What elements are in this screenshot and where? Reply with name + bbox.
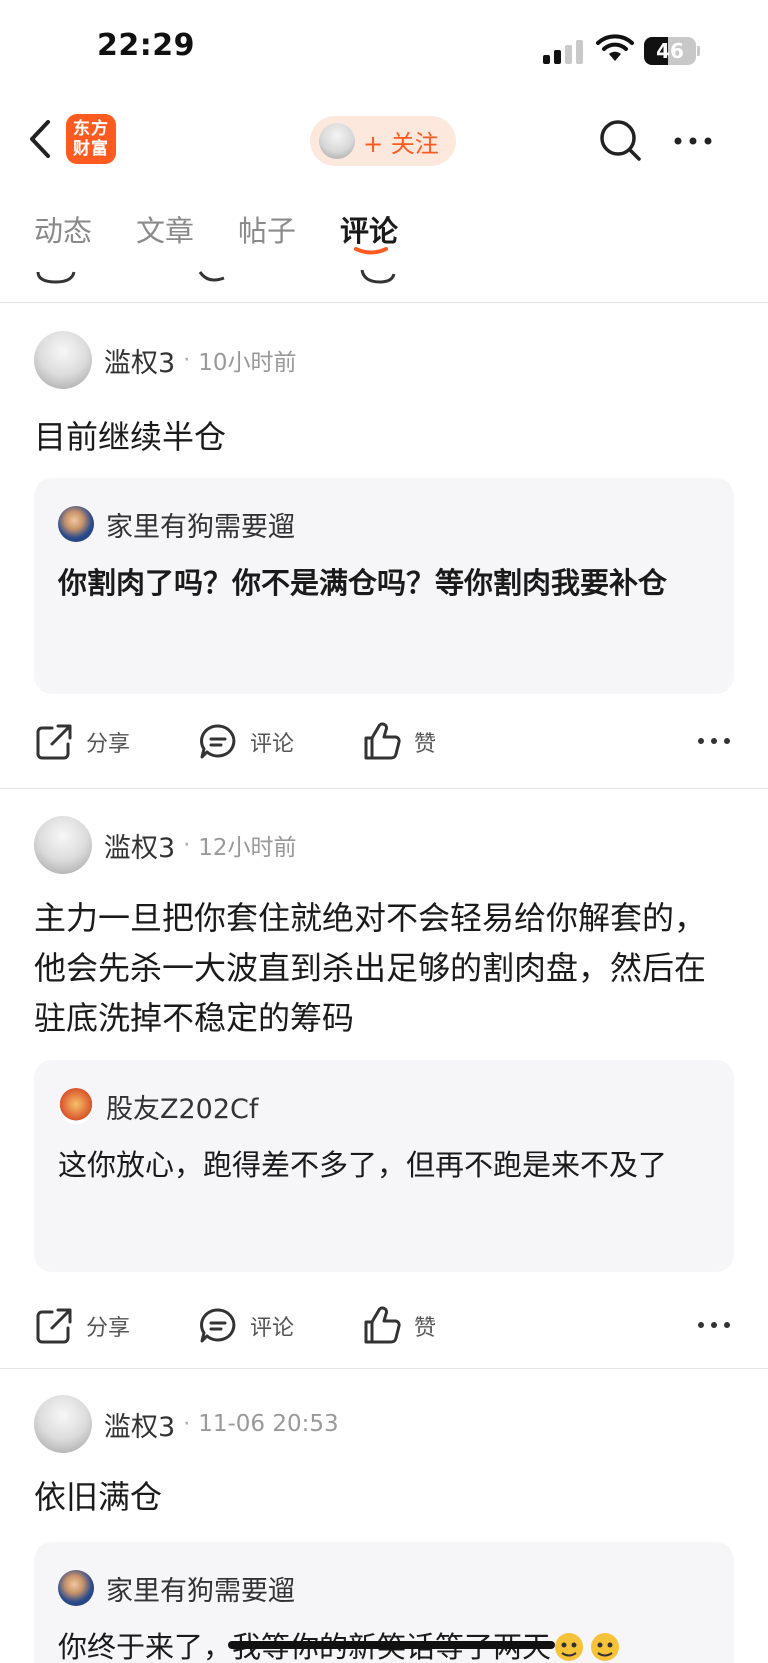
chevron-left-icon[interactable] [24, 114, 56, 164]
like-button[interactable]: 赞 [362, 717, 436, 767]
comment-bubble-icon [200, 724, 236, 759]
share-button[interactable]: 分享 [34, 1301, 130, 1351]
author-name[interactable]: 滥权3 [104, 341, 175, 380]
like-label: 赞 [414, 1316, 437, 1341]
more-horizontal-icon[interactable] [696, 729, 732, 753]
separator-dot: · [183, 1411, 191, 1437]
quoted-author-name: 股友Z202Cf [106, 1093, 259, 1125]
quoted-text: 你割肉了吗？你不是满仓吗？等你割肉我要补仓 [58, 566, 668, 600]
user-avatar [319, 123, 355, 159]
timestamp: 11-06 20:53 [198, 1411, 339, 1437]
tab-articles[interactable]: 文章 [136, 208, 194, 250]
tab-posts[interactable]: 帖子 [238, 208, 296, 250]
comment-label: 评论 [250, 732, 295, 757]
author-name[interactable]: 滥权3 [104, 1405, 175, 1444]
like-button[interactable]: 赞 [362, 1301, 436, 1351]
logo-text: 东方财富 [73, 119, 109, 159]
status-bar: 22:29 46 [0, 0, 768, 100]
quoted-author-name: 家里有狗需要遛 [106, 511, 295, 543]
comment-bubble-icon [200, 1308, 236, 1343]
more-horizontal-icon[interactable] [696, 1313, 732, 1337]
redacted-text: 我等你的新笑话等了两天 [232, 1630, 552, 1663]
status-time: 22:29 [97, 28, 195, 63]
active-tab-indicator [354, 247, 388, 255]
comment-label: 评论 [250, 1316, 295, 1341]
divider [0, 788, 768, 789]
avatar [58, 1088, 94, 1124]
comment-header: 滥权3 · 12小时前 [34, 815, 296, 875]
wifi-icon [596, 34, 634, 61]
share-button[interactable]: 分享 [34, 717, 130, 767]
comment-button[interactable]: 评论 [198, 717, 294, 767]
divider [0, 1368, 768, 1369]
avatar[interactable] [34, 816, 92, 874]
share-label: 分享 [86, 1316, 131, 1341]
quoted-author-name: 家里有狗需要遛 [106, 1575, 295, 1607]
author-name[interactable]: 滥权3 [104, 826, 175, 865]
quoted-text-plain: 你终于来了， [58, 1630, 233, 1663]
like-label: 赞 [414, 732, 437, 757]
follow-button[interactable]: + 关注 [310, 116, 456, 166]
avatar [58, 1570, 94, 1606]
quoted-comment[interactable]: 家里有狗需要遛 你割肉了吗？你不是满仓吗？等你割肉我要补仓 [34, 478, 734, 694]
quoted-text: 你终于来了，我等你的新笑话等了两天 [58, 1622, 710, 1663]
avatar[interactable] [34, 1395, 92, 1453]
tab-dynamics[interactable]: 动态 [34, 208, 92, 250]
comment-actions: 分享 评论 赞 [0, 717, 768, 767]
666-emoji-icon [555, 1633, 620, 1661]
thumbs-up-icon [364, 722, 401, 760]
scrolled-content-edge [0, 258, 768, 302]
separator-dot: · [183, 347, 191, 373]
follow-label: + 关注 [363, 129, 439, 158]
share-icon [36, 724, 72, 760]
timestamp: 12小时前 [198, 835, 297, 861]
comment-text[interactable]: 主力一旦把你套住就绝对不会轻易给你解套的，他会先杀一大波直到杀出足够的割肉盘，然… [34, 893, 734, 1043]
battery-icon: 46 [644, 37, 700, 65]
quoted-comment[interactable]: 家里有狗需要遛 你终于来了，我等你的新笑话等了两天 [34, 1542, 734, 1663]
avatar [58, 506, 94, 542]
app-logo[interactable]: 东方财富 [66, 114, 116, 164]
more-horizontal-icon[interactable] [672, 128, 714, 154]
comment-header: 滥权3 · 11-06 20:53 [34, 1394, 339, 1454]
avatar[interactable] [34, 331, 92, 389]
battery-level: 46 [656, 39, 684, 63]
quoted-text: 这你放心，跑得差不多了，但再不跑是来不及了 [58, 1148, 668, 1182]
signal-icon [543, 40, 583, 64]
comment-actions: 分享 评论 赞 [0, 1301, 768, 1351]
quoted-comment[interactable]: 股友Z202Cf 这你放心，跑得差不多了，但再不跑是来不及了 [34, 1060, 734, 1272]
search-icon[interactable] [597, 117, 643, 163]
thumbs-up-icon [364, 1306, 401, 1344]
share-label: 分享 [86, 732, 131, 757]
divider [0, 302, 768, 303]
comment-header: 滥权3 · 10小时前 [34, 330, 296, 390]
share-icon [36, 1308, 72, 1344]
timestamp: 10小时前 [198, 350, 297, 376]
tab-comments[interactable]: 评论 [340, 208, 398, 250]
comment-button[interactable]: 评论 [198, 1301, 294, 1351]
comment-text[interactable]: 依旧满仓 [34, 1472, 734, 1522]
separator-dot: · [183, 832, 191, 858]
comment-text[interactable]: 目前继续半仓 [34, 412, 734, 462]
